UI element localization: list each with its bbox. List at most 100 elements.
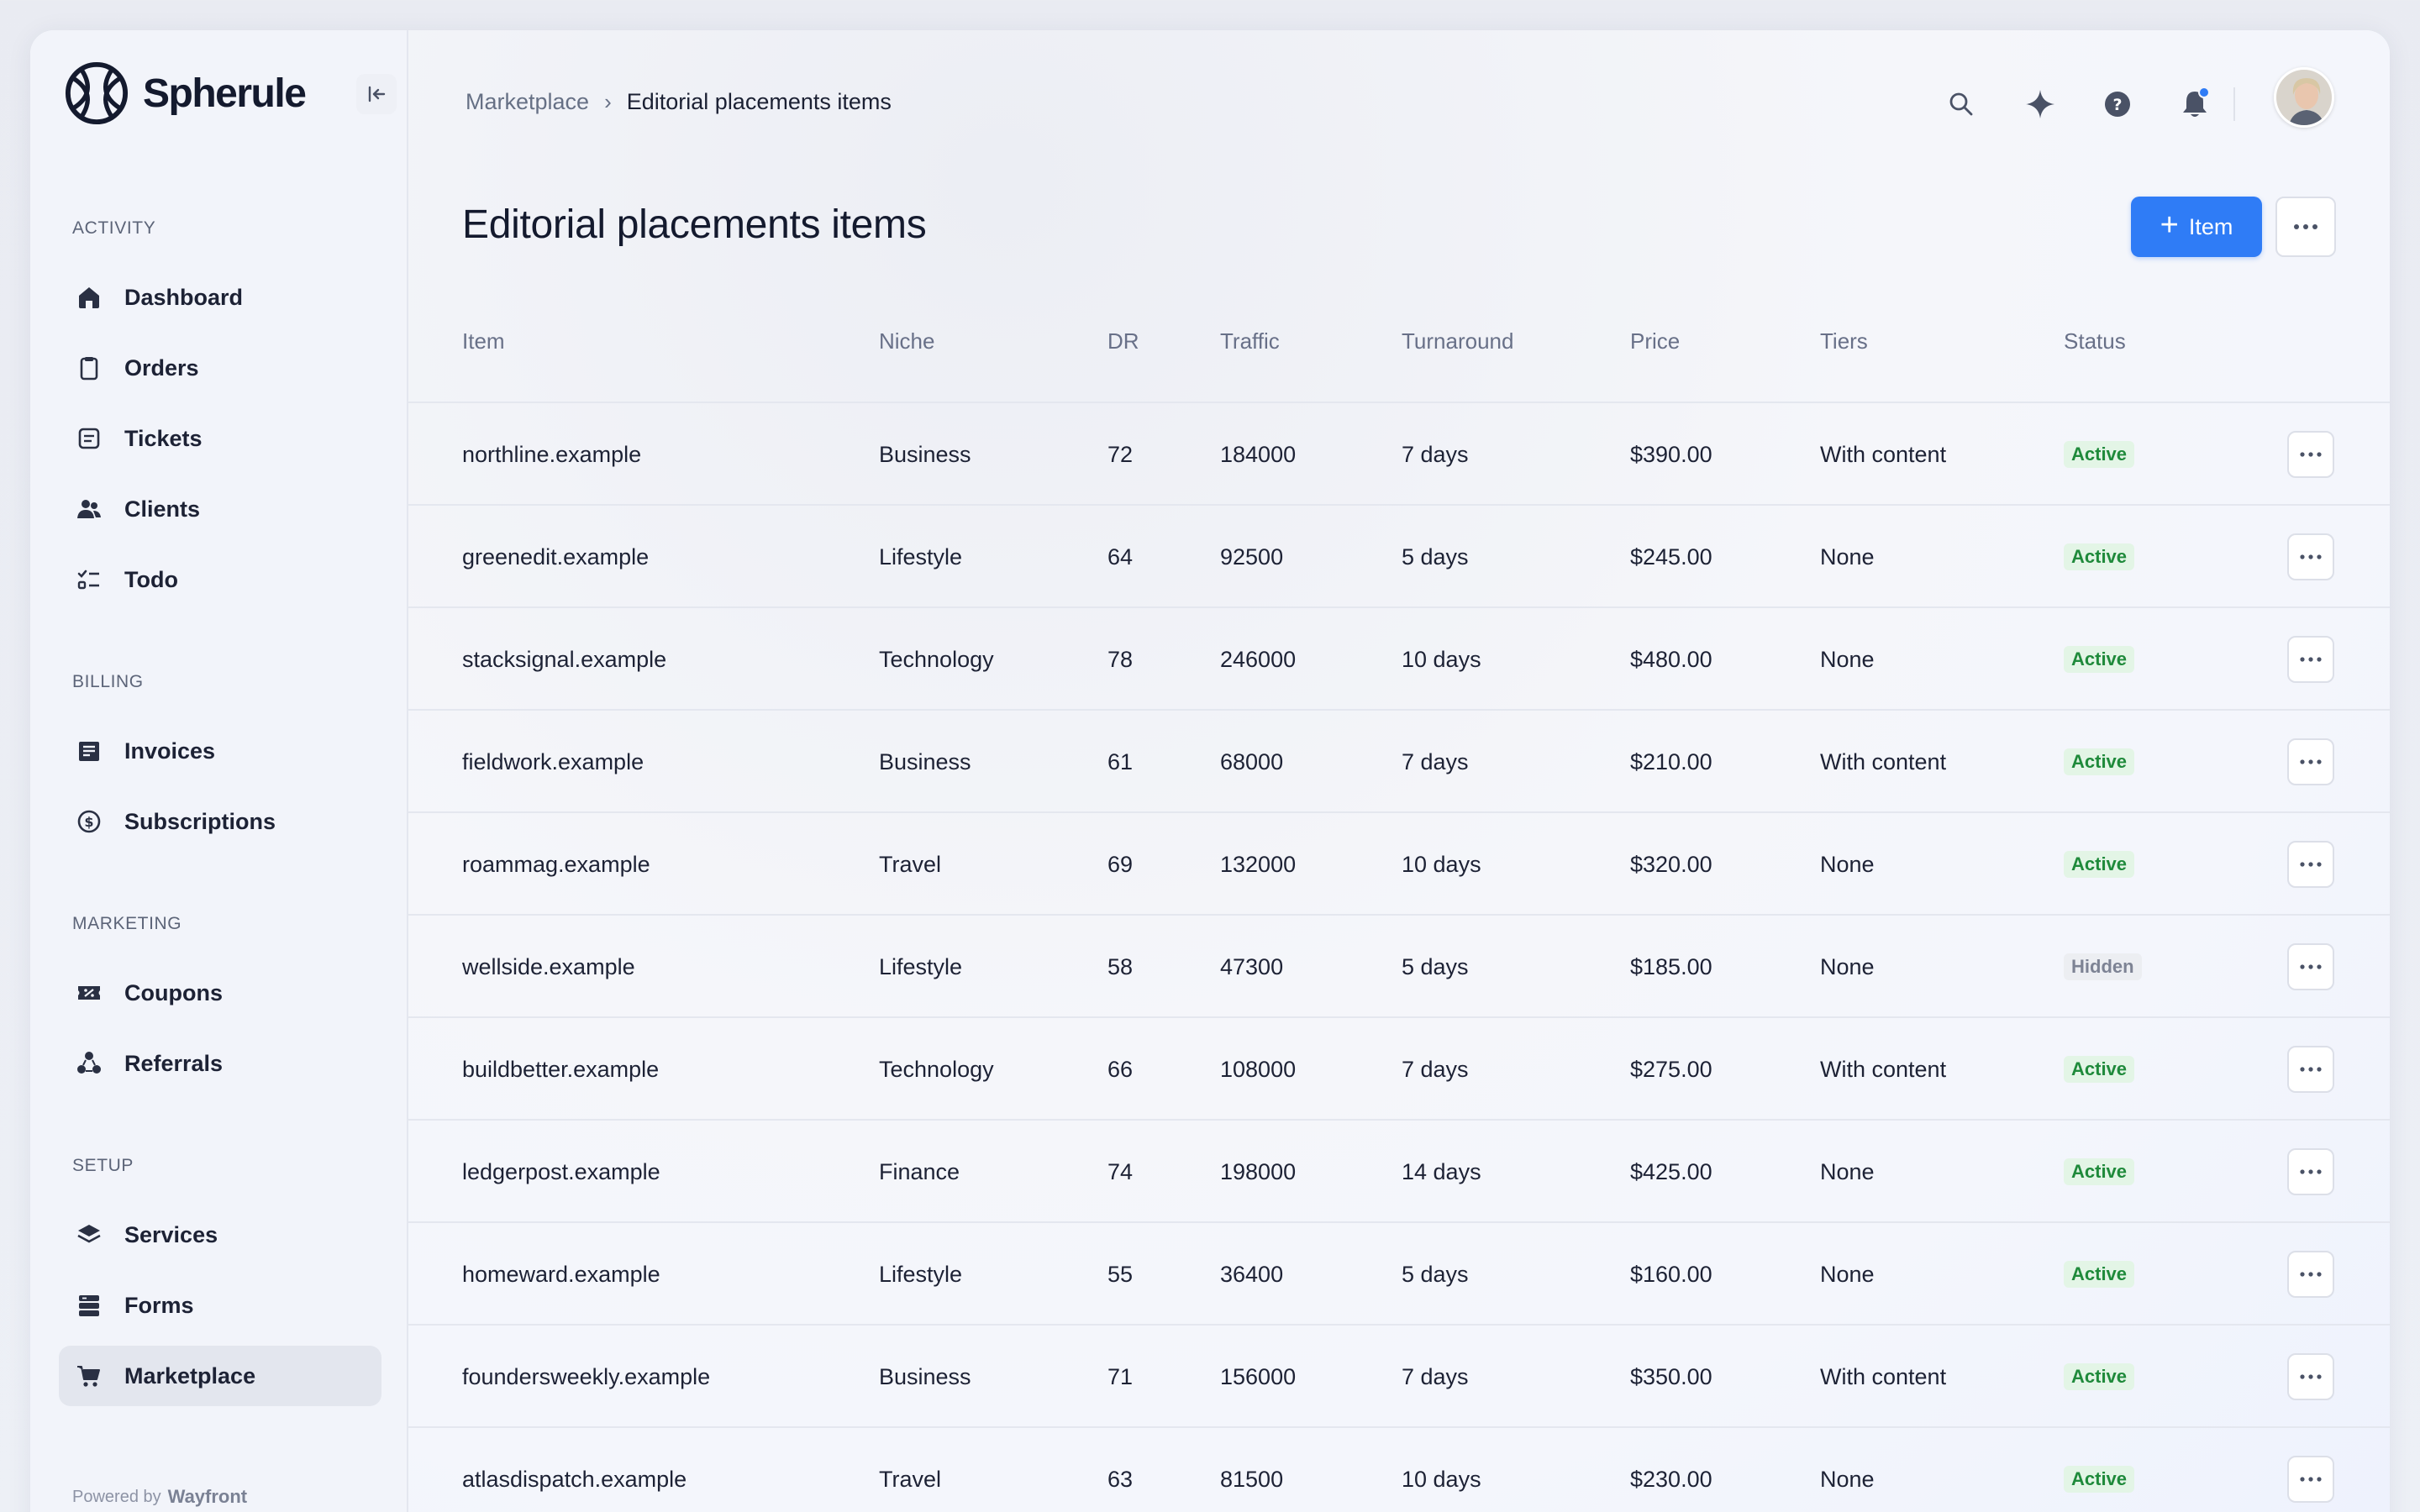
- table-row[interactable]: atlasdispatch.example Travel 63 81500 10 day…: [408, 1428, 2390, 1512]
- sidebar-item-orders[interactable]: Orders: [59, 338, 381, 398]
- sidebar-item-referrals[interactable]: Referrals: [59, 1033, 381, 1094]
- cell-niche: Travel: [879, 1467, 942, 1492]
- sidebar-item-label: Tickets: [124, 425, 203, 451]
- table-row[interactable]: ledgerpost.example Finance 74 198000 14 days…: [408, 1121, 2390, 1223]
- cell-item[interactable]: northline.example: [462, 403, 641, 506]
- cell-traffic: 246000: [1220, 647, 1297, 672]
- brand-logo[interactable]: Spherule: [64, 59, 400, 128]
- notifications-button[interactable]: [2173, 82, 2217, 126]
- row-actions-button[interactable]: [2287, 841, 2334, 888]
- row-actions-button[interactable]: [2287, 1046, 2334, 1093]
- sidebar-item-dashboard[interactable]: Dashboard: [59, 267, 381, 328]
- status-badge: Active: [2064, 1363, 2135, 1390]
- row-actions-button[interactable]: [2287, 431, 2334, 478]
- collapse-sidebar-button[interactable]: [356, 74, 397, 114]
- cell-item[interactable]: foundersweekly.example: [462, 1326, 710, 1428]
- ai-assistant-button[interactable]: [2018, 82, 2062, 126]
- table-row[interactable]: foundersweekly.example Business 71 156000 7 …: [408, 1326, 2390, 1428]
- sidebar-item-coupons[interactable]: Coupons: [59, 963, 381, 1023]
- cell-traffic: 81500: [1220, 1467, 1284, 1492]
- sidebar-item-services[interactable]: Services: [59, 1205, 381, 1265]
- more-horizontal-icon: [2300, 759, 2322, 764]
- column-header-price[interactable]: Price: [1630, 316, 1680, 366]
- cell-item[interactable]: fieldwork.example: [462, 711, 644, 813]
- row-actions-button[interactable]: [2287, 1251, 2334, 1298]
- row-actions-button[interactable]: [2287, 636, 2334, 683]
- more-horizontal-icon: [2294, 224, 2317, 229]
- sidebar-item-todo[interactable]: Todo: [59, 549, 381, 610]
- column-header-status[interactable]: Status: [2064, 316, 2126, 366]
- table-row[interactable]: northline.example Business 72 184000 7 days $…: [408, 403, 2390, 506]
- cell-price: $320.00: [1630, 852, 1712, 877]
- collapse-icon: [368, 86, 386, 102]
- sidebar-item-subscriptions[interactable]: $ Subscriptions: [59, 791, 381, 852]
- cell-dr: 71: [1107, 1364, 1134, 1389]
- cell-item[interactable]: stacksignal.example: [462, 608, 666, 711]
- table-row[interactable]: greenedit.example Lifestyle 64 92500 5 days $…: [408, 506, 2390, 608]
- table-row[interactable]: roammag.example Travel 69 132000 10 days $320…: [408, 813, 2390, 916]
- sidebar-item-clients[interactable]: Clients: [59, 479, 381, 539]
- cell-turnaround: 5 days: [1402, 1262, 1469, 1287]
- search-icon: [1949, 92, 1973, 116]
- column-header-niche[interactable]: Niche: [879, 316, 934, 366]
- cell-niche: Technology: [879, 647, 994, 672]
- status-badge: Active: [2064, 1261, 2135, 1288]
- row-actions-button[interactable]: [2287, 1456, 2334, 1503]
- row-actions-button[interactable]: [2287, 533, 2334, 580]
- sidebar-item-tickets[interactable]: Tickets: [59, 408, 381, 469]
- cell-turnaround: 7 days: [1402, 1364, 1469, 1389]
- column-header-tiers[interactable]: Tiers: [1820, 316, 1868, 366]
- cell-dr: 58: [1107, 954, 1134, 979]
- header-actions: ?: [408, 82, 2390, 133]
- status-badge: Active: [2064, 543, 2135, 570]
- add-item-button[interactable]: + Item: [2131, 197, 2262, 257]
- cell-tiers: None: [1820, 1262, 1875, 1287]
- cell-turnaround: 5 days: [1402, 544, 1469, 570]
- sidebar-item-label: Coupons: [124, 979, 223, 1005]
- cell-traffic: 198000: [1220, 1159, 1297, 1184]
- sidebar-item-label: Forms: [124, 1292, 194, 1318]
- cell-traffic: 36400: [1220, 1262, 1284, 1287]
- row-actions-button[interactable]: [2287, 738, 2334, 785]
- cell-item[interactable]: homeward.example: [462, 1223, 660, 1326]
- cell-item[interactable]: atlasdispatch.example: [462, 1428, 687, 1512]
- layers-icon: [74, 1220, 104, 1250]
- column-header-traffic[interactable]: Traffic: [1220, 316, 1280, 366]
- cell-price: $350.00: [1630, 1364, 1712, 1389]
- column-header-turnaround[interactable]: Turnaround: [1402, 316, 1513, 366]
- cell-tiers: With content: [1820, 749, 1947, 774]
- row-actions-button[interactable]: [2287, 1148, 2334, 1195]
- section-label-marketing: MARKETING: [72, 914, 182, 933]
- user-avatar[interactable]: [2274, 67, 2334, 128]
- powered-by[interactable]: Powered by Wayfront: [72, 1452, 247, 1512]
- cell-item[interactable]: buildbetter.example: [462, 1018, 659, 1121]
- column-header-item[interactable]: Item: [462, 316, 505, 366]
- table-row[interactable]: wellside.example Lifestyle 58 47300 5 days $1…: [408, 916, 2390, 1018]
- table-row[interactable]: homeward.example Lifestyle 55 36400 5 days $1…: [408, 1223, 2390, 1326]
- cell-item[interactable]: wellside.example: [462, 916, 635, 1018]
- sidebar-item-invoices[interactable]: Invoices: [59, 721, 381, 781]
- cell-item[interactable]: roammag.example: [462, 813, 650, 916]
- page-more-button[interactable]: [2275, 197, 2336, 257]
- cell-price: $245.00: [1630, 544, 1712, 570]
- cell-tiers: With content: [1820, 1057, 1947, 1082]
- table-row[interactable]: stacksignal.example Technology 78 246000 10 …: [408, 608, 2390, 711]
- sidebar-item-forms[interactable]: Forms: [59, 1275, 381, 1336]
- cell-item[interactable]: ledgerpost.example: [462, 1121, 660, 1223]
- cell-niche: Travel: [879, 852, 942, 877]
- bell-icon: [2183, 87, 2210, 117]
- status-badge: Active: [2064, 748, 2135, 775]
- help-button[interactable]: ?: [2096, 82, 2139, 126]
- cell-niche: Finance: [879, 1159, 960, 1184]
- table-row[interactable]: buildbetter.example Technology 66 108000 7 d…: [408, 1018, 2390, 1121]
- row-actions-button[interactable]: [2287, 943, 2334, 990]
- search-button[interactable]: [1939, 82, 1983, 126]
- cell-item[interactable]: greenedit.example: [462, 506, 649, 608]
- sidebar-item-marketplace[interactable]: Marketplace: [59, 1346, 381, 1406]
- cell-traffic: 47300: [1220, 954, 1284, 979]
- column-header-dr[interactable]: DR: [1107, 316, 1139, 366]
- row-actions-button[interactable]: [2287, 1353, 2334, 1400]
- referral-icon: [74, 1048, 104, 1079]
- cell-dr: 63: [1107, 1467, 1134, 1492]
- table-row[interactable]: fieldwork.example Business 61 68000 7 days $2…: [408, 711, 2390, 813]
